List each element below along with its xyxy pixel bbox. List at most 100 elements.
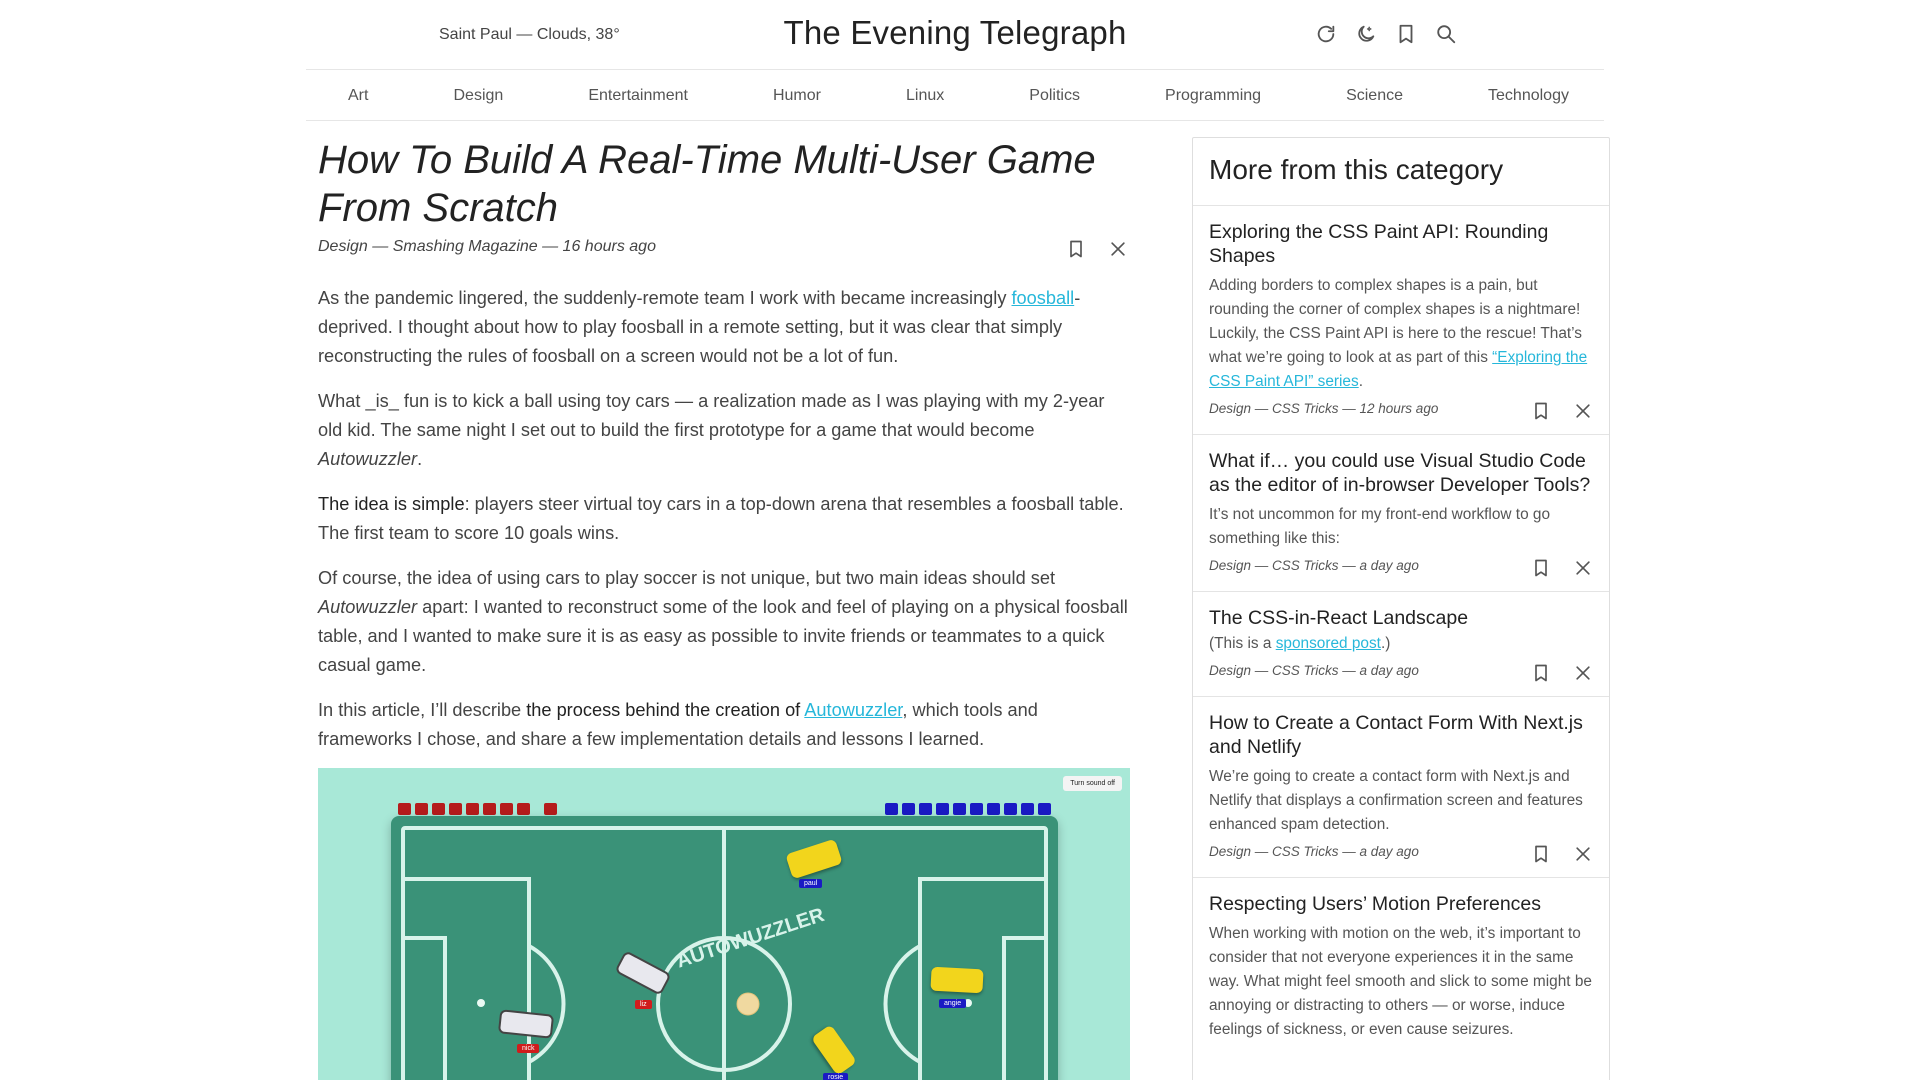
related-article-summary: It’s not uncommon for my front-end workf… bbox=[1209, 503, 1593, 551]
game-logo-text: AUTOWUZZLER bbox=[674, 904, 828, 973]
nav-item-programming[interactable]: Programming bbox=[1165, 87, 1261, 105]
nav-item-technology[interactable]: Technology bbox=[1488, 87, 1569, 105]
meta-text: Design — CSS Tricks — a day ago bbox=[1209, 663, 1419, 678]
related-article[interactable]: Respecting Users’ Motion Preferences Whe… bbox=[1193, 878, 1609, 1056]
article-paragraph: As the pandemic lingered, the suddenly-r… bbox=[318, 284, 1128, 371]
nav-item-humor[interactable]: Humor bbox=[773, 87, 821, 105]
category-nav: Art Design Entertainment Humor Linux Pol… bbox=[306, 71, 1604, 121]
nav-item-linux[interactable]: Linux bbox=[906, 87, 944, 105]
related-article-summary: We’re going to create a contact form wit… bbox=[1209, 765, 1593, 837]
summary-text: We’re going to create a contact form wit… bbox=[1209, 768, 1583, 833]
player-label-liz: liz bbox=[635, 1000, 652, 1009]
paragraph-strong: The idea is simple bbox=[318, 494, 465, 514]
sponsored-post-link[interactable]: sponsored post bbox=[1276, 635, 1381, 652]
foosball-link[interactable]: foosball bbox=[1012, 288, 1075, 308]
article-actions bbox=[1066, 238, 1128, 260]
related-article-title[interactable]: The CSS-in-React Landscape bbox=[1209, 606, 1593, 630]
red-score-point bbox=[415, 803, 428, 815]
blue-score-point bbox=[936, 803, 949, 815]
blue-score-point bbox=[1004, 803, 1017, 815]
close-icon[interactable] bbox=[1573, 557, 1593, 579]
bookmark-icon[interactable] bbox=[1531, 557, 1551, 579]
search-icon[interactable] bbox=[1434, 22, 1458, 46]
nav-item-politics[interactable]: Politics bbox=[1029, 87, 1080, 105]
close-icon[interactable] bbox=[1573, 400, 1593, 422]
close-icon[interactable] bbox=[1573, 662, 1593, 684]
nav-item-entertainment[interactable]: Entertainment bbox=[588, 87, 688, 105]
paragraph-strong: the process behind the creation of bbox=[526, 700, 805, 720]
blue-score-point bbox=[1021, 803, 1034, 815]
blue-score-point bbox=[953, 803, 966, 815]
related-article-actions bbox=[1531, 843, 1593, 865]
related-sidebar: More from this category Exploring the CS… bbox=[1192, 137, 1610, 1080]
bookmark-icon[interactable] bbox=[1531, 400, 1551, 422]
article-meta: Design — Smashing Magazine — 16 hours ag… bbox=[318, 238, 1128, 262]
blue-score-point bbox=[902, 803, 915, 815]
related-article-meta: Design — CSS Tricks — a day ago bbox=[1209, 555, 1593, 577]
bookmark-icon[interactable] bbox=[1066, 238, 1086, 260]
related-article-title[interactable]: How to Create a Contact Form With Next.j… bbox=[1209, 711, 1593, 759]
summary-text: .) bbox=[1380, 635, 1391, 652]
red-score-point bbox=[544, 803, 557, 815]
game-screenshot: Turn sound off AUTOWUZZLER paul liz nick… bbox=[318, 768, 1130, 1080]
article-paragraph: What _is_ fun is to kick a ball using to… bbox=[318, 387, 1128, 474]
meta-text: Design — CSS Tricks — a day ago bbox=[1209, 558, 1419, 573]
article: How To Build A Real-Time Multi-User Game… bbox=[318, 136, 1128, 754]
meta-text: Design — CSS Tricks — 12 hours ago bbox=[1209, 401, 1439, 416]
moon-icon[interactable] bbox=[1354, 22, 1378, 46]
car-angie bbox=[930, 966, 984, 994]
red-score-point bbox=[466, 803, 479, 815]
close-icon[interactable] bbox=[1108, 238, 1128, 260]
red-score-point bbox=[500, 803, 513, 815]
related-article[interactable]: Exploring the CSS Paint API: Rounding Sh… bbox=[1193, 206, 1609, 435]
article-meta-text: Design — Smashing Magazine — 16 hours ag… bbox=[318, 238, 656, 255]
paragraph-text: Of course, the idea of using cars to pla… bbox=[318, 568, 1056, 588]
related-article-meta: Design — CSS Tricks — a day ago bbox=[1209, 841, 1593, 863]
related-article-summary: When working with motion on the web, it’… bbox=[1209, 922, 1593, 1042]
sound-toggle-button[interactable]: Turn sound off bbox=[1063, 776, 1122, 791]
red-team-score bbox=[398, 803, 557, 815]
refresh-icon[interactable] bbox=[1314, 22, 1338, 46]
nav-item-design[interactable]: Design bbox=[453, 87, 503, 105]
related-article[interactable]: What if… you could use Visual Studio Cod… bbox=[1193, 435, 1609, 592]
nav-item-science[interactable]: Science bbox=[1346, 87, 1403, 105]
related-article-title[interactable]: Respecting Users’ Motion Preferences bbox=[1209, 892, 1593, 916]
related-article-summary: Adding borders to complex shapes is a pa… bbox=[1209, 274, 1593, 394]
soccer-field: AUTOWUZZLER paul liz nick angie rosie bbox=[391, 816, 1058, 1080]
bookmark-icon[interactable] bbox=[1531, 662, 1551, 684]
article-title: How To Build A Real-Time Multi-User Game… bbox=[318, 138, 1096, 230]
blue-score-point bbox=[987, 803, 1000, 815]
related-article[interactable]: The CSS-in-React Landscape (This is a sp… bbox=[1193, 592, 1609, 697]
nav-item-art[interactable]: Art bbox=[348, 87, 368, 105]
sidebar-heading: More from this category bbox=[1193, 138, 1609, 206]
related-article-title[interactable]: What if… you could use Visual Studio Cod… bbox=[1209, 449, 1593, 497]
paragraph-emphasis: Autowuzzler bbox=[318, 597, 418, 617]
player-label-rosie: rosie bbox=[823, 1073, 849, 1080]
player-label-angie: angie bbox=[939, 999, 967, 1008]
article-paragraph: The idea is simple: players steer virtua… bbox=[318, 490, 1128, 548]
paragraph-text: What _is_ fun is to kick a ball using to… bbox=[318, 391, 1105, 440]
related-article-meta: Design — CSS Tricks — a day ago bbox=[1209, 660, 1593, 682]
paragraph-text: As the pandemic lingered, the suddenly-r… bbox=[318, 288, 1012, 308]
related-article-summary: (This is a sponsored post.) bbox=[1209, 632, 1593, 656]
autowuzzler-link[interactable]: Autowuzzler bbox=[804, 700, 902, 720]
meta-text: Design — CSS Tricks — a day ago bbox=[1209, 844, 1419, 859]
related-article-meta: Design — CSS Tricks — 12 hours ago bbox=[1209, 398, 1593, 420]
blue-score-point bbox=[970, 803, 983, 815]
red-score-point bbox=[398, 803, 411, 815]
blue-score-point bbox=[1038, 803, 1051, 815]
related-article-title[interactable]: Exploring the CSS Paint API: Rounding Sh… bbox=[1209, 220, 1593, 268]
bookmark-icon[interactable] bbox=[1531, 843, 1551, 865]
bookmark-icon[interactable] bbox=[1394, 22, 1418, 46]
red-score-point bbox=[517, 803, 530, 815]
paragraph-text: In this article, I’ll describe bbox=[318, 700, 527, 720]
related-article[interactable]: How to Create a Contact Form With Next.j… bbox=[1193, 697, 1609, 878]
player-label-paul: paul bbox=[799, 879, 823, 888]
paragraph-text: . bbox=[417, 449, 423, 469]
related-article-actions bbox=[1531, 400, 1593, 422]
blue-score-point bbox=[919, 803, 932, 815]
blue-team-score bbox=[885, 803, 1051, 815]
summary-text: (This is a bbox=[1209, 635, 1276, 652]
header-toolbar bbox=[1314, 22, 1458, 46]
close-icon[interactable] bbox=[1573, 843, 1593, 865]
